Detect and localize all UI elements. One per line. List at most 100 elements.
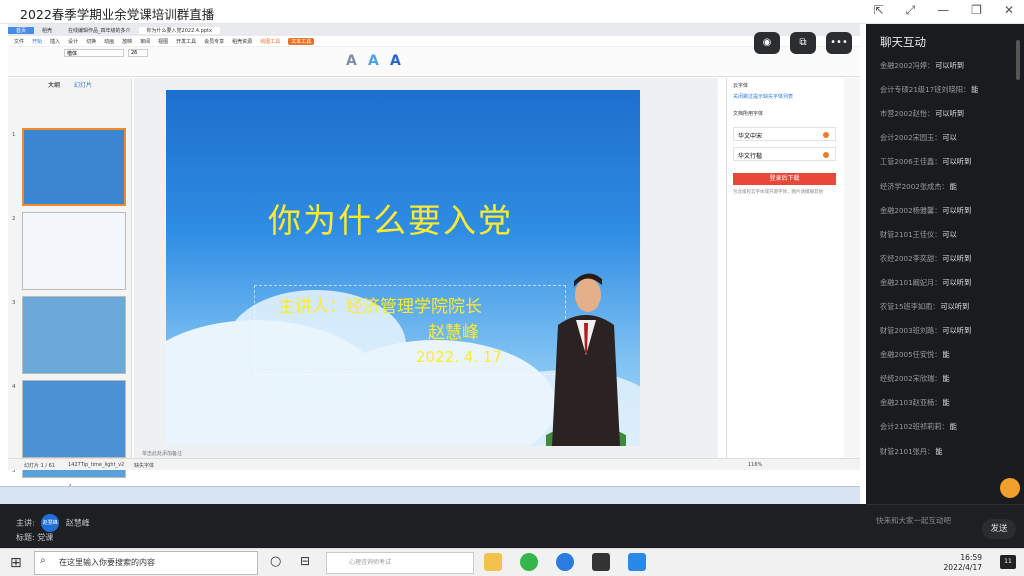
pane-link[interactable]: 关闭跳过提示缺失字体列表 <box>727 93 842 100</box>
chat-panel: 聊天互动 金融2002冯婷： 可以听到 会计专硕21级17班刘晓阳：能市营2002赵… <box>866 24 1024 504</box>
wechat-icon[interactable] <box>520 553 538 571</box>
slide-thumbnail[interactable] <box>22 212 126 290</box>
avatar[interactable]: 赵慧峰 <box>41 514 60 532</box>
menu-item[interactable]: 绘图工具 <box>260 38 280 45</box>
font-size-select[interactable]: 26 <box>128 49 148 57</box>
chat-list: 金融2002冯婷： 可以听到 会计专硕21级17班刘晓阳：能市营2002赵怡： 可以听… <box>880 54 1020 464</box>
slide-thumbnails: 大纲 幻灯片 1 2 3 4 5 + <box>8 78 132 493</box>
tab-docer[interactable]: 稻壳 <box>34 27 60 34</box>
gift-icon[interactable] <box>1000 478 1020 498</box>
mic-icon[interactable]: ◉ <box>754 32 780 54</box>
text-style-icon[interactable]: A <box>346 53 357 69</box>
chat-text: 可以听到 <box>942 157 972 167</box>
menu-item[interactable]: 会员专享 <box>204 38 224 45</box>
share-icon[interactable]: ⧉ <box>790 32 816 54</box>
system-clock[interactable]: 16:59 2022/4/17 <box>944 553 982 573</box>
minimize-button[interactable]: — <box>937 3 949 18</box>
chat-user: 会计2102班祁莉莉： <box>880 422 949 432</box>
app-icon[interactable] <box>592 553 610 571</box>
chat-input[interactable]: 快来和大家一起互动吧 <box>876 515 951 526</box>
chat-user: 会计专硕21级17班刘晓阳： <box>880 85 971 95</box>
menu-item[interactable]: 视图 <box>158 38 168 45</box>
more-icon[interactable]: ••• <box>826 32 852 54</box>
menu-item[interactable]: 文件 <box>14 38 24 45</box>
task-view-icon[interactable]: ○ <box>270 554 281 569</box>
chat-message: 金融2002冯婷： 可以听到 <box>880 54 1020 78</box>
close-button[interactable]: ✕ <box>1004 3 1014 18</box>
search-icon: ⌕ <box>40 555 46 566</box>
font-name-select[interactable]: 楷体 <box>64 49 124 57</box>
menu-item[interactable]: 设计 <box>68 38 78 45</box>
menu-item[interactable]: 稻壳资源 <box>232 38 252 45</box>
chat-message: 金融2101阚妃月： 可以听到 <box>880 271 1020 295</box>
slide-editor: 你为什么要入党 主讲人：经济管理学院院长 赵慧峰 2022. 4. 17 <box>134 78 718 458</box>
slide-thumbnail[interactable] <box>22 296 126 374</box>
menu-item[interactable]: 审阅 <box>140 38 150 45</box>
text-style-icon[interactable]: A <box>368 53 379 69</box>
tab-document[interactable]: 你为什么要入党2022.4.pptx <box>138 26 220 34</box>
chat-message: 农经2002李奕甜： 可以听到 <box>880 247 1020 271</box>
side-toolbar <box>844 78 860 458</box>
chat-text: 可以听到 <box>942 253 972 263</box>
download-button[interactable]: 登录后下载 <box>733 173 836 185</box>
chat-text: 能 <box>949 181 957 191</box>
menu-item[interactable]: 放映 <box>122 38 132 45</box>
slide-thumbnail[interactable] <box>22 380 126 458</box>
font-item[interactable]: 华文中宋 <box>733 127 836 141</box>
menu-item[interactable]: 插入 <box>50 38 60 45</box>
menu-item[interactable]: 开发工具 <box>176 38 196 45</box>
zoom-level[interactable]: 116% <box>748 462 762 468</box>
edge-icon[interactable] <box>556 553 574 571</box>
chat-message: 金融2103赵亚楠：能 <box>880 391 1020 415</box>
menu-item[interactable]: 开始 <box>32 38 42 45</box>
windows-start-icon[interactable]: ⊞ <box>10 555 22 571</box>
tab-outline[interactable]: 大纲 <box>48 80 60 89</box>
chat-user: 金融2103赵亚楠： <box>880 398 942 408</box>
chat-message: 财管2003班刘路： 可以听到 <box>880 319 1020 343</box>
theme-name: 1427Tip_time_light_v2 <box>68 462 125 468</box>
send-button[interactable]: 发送 <box>982 519 1016 539</box>
chat-message: 会计2102班祁莉莉：能 <box>880 415 1020 439</box>
pane-title: 云字体 <box>733 83 749 89</box>
chat-text: 能 <box>942 350 950 360</box>
restore-button[interactable]: ❐ <box>971 3 982 18</box>
chat-text: 可以听到 <box>942 205 972 215</box>
menu-item[interactable]: 文本工具 <box>288 37 315 45</box>
menu-item[interactable]: 动画 <box>104 38 114 45</box>
chat-message: 财管2101张丹：能 <box>880 440 1020 464</box>
tab-slides[interactable]: 幻灯片 <box>74 80 92 89</box>
edge-search[interactable]: 心理咨询师考试 <box>326 552 474 574</box>
chat-user: 金融2002冯婷： <box>880 61 935 71</box>
pin-icon[interactable]: ⇱ <box>874 3 884 18</box>
chat-text: 可以 <box>942 229 957 239</box>
app-icon[interactable] <box>628 553 646 571</box>
chat-text: 可以 <box>942 133 957 143</box>
chat-user: 财管2101王佳仪： <box>880 229 942 239</box>
chat-user: 金融2002杨雅馨： <box>880 205 942 215</box>
text-selection-box[interactable] <box>254 285 566 375</box>
page-indicator: 幻灯片 1 / 61 <box>24 463 55 469</box>
chat-text: 能 <box>942 374 950 384</box>
widgets-icon[interactable]: ⊟ <box>300 554 310 568</box>
status-bar: 幻灯片 1 / 61 1427Tip_time_light_v2 缺失字体 11… <box>8 458 860 470</box>
font-item[interactable]: 华文行楷 <box>733 147 836 161</box>
window-title: 2022春季学期业余党课培训群直播 <box>20 7 215 22</box>
expand-icon[interactable]: ⤢ <box>906 3 916 18</box>
pane-subtitle: 文档所用字体 <box>733 111 764 117</box>
file-explorer-icon[interactable] <box>484 553 502 571</box>
slide-title[interactable]: 你为什么要入党 <box>268 194 513 242</box>
chat-message: 经统2002宋欣瑞：能 <box>880 367 1020 391</box>
menu-item[interactable]: 切换 <box>86 38 96 45</box>
document-tabs: 首页 稻壳 在线编辑作品_四年级的多介 你为什么要入党2022.4.pptx <box>8 24 860 36</box>
tab-online[interactable]: 在线编辑作品_四年级的多介 <box>60 27 139 34</box>
notes-area[interactable]: 单击此处添加备注 <box>134 450 718 458</box>
missing-font-link[interactable]: 缺失字体 <box>134 462 154 469</box>
text-style-icon[interactable]: A <box>390 53 401 69</box>
slide-thumbnail[interactable] <box>22 128 126 206</box>
chat-user: 金融2005任安悦： <box>880 350 942 360</box>
live-info: 主讲: 赵慧峰 赵慧峰 标题: 党课 <box>0 504 866 548</box>
tab-home[interactable]: 首页 <box>8 26 35 34</box>
taskbar-search[interactable]: 在这里输入你要搜索的内容 <box>34 551 258 575</box>
notification-icon[interactable]: 11 <box>1000 555 1016 569</box>
chat-text: 能 <box>935 446 943 456</box>
